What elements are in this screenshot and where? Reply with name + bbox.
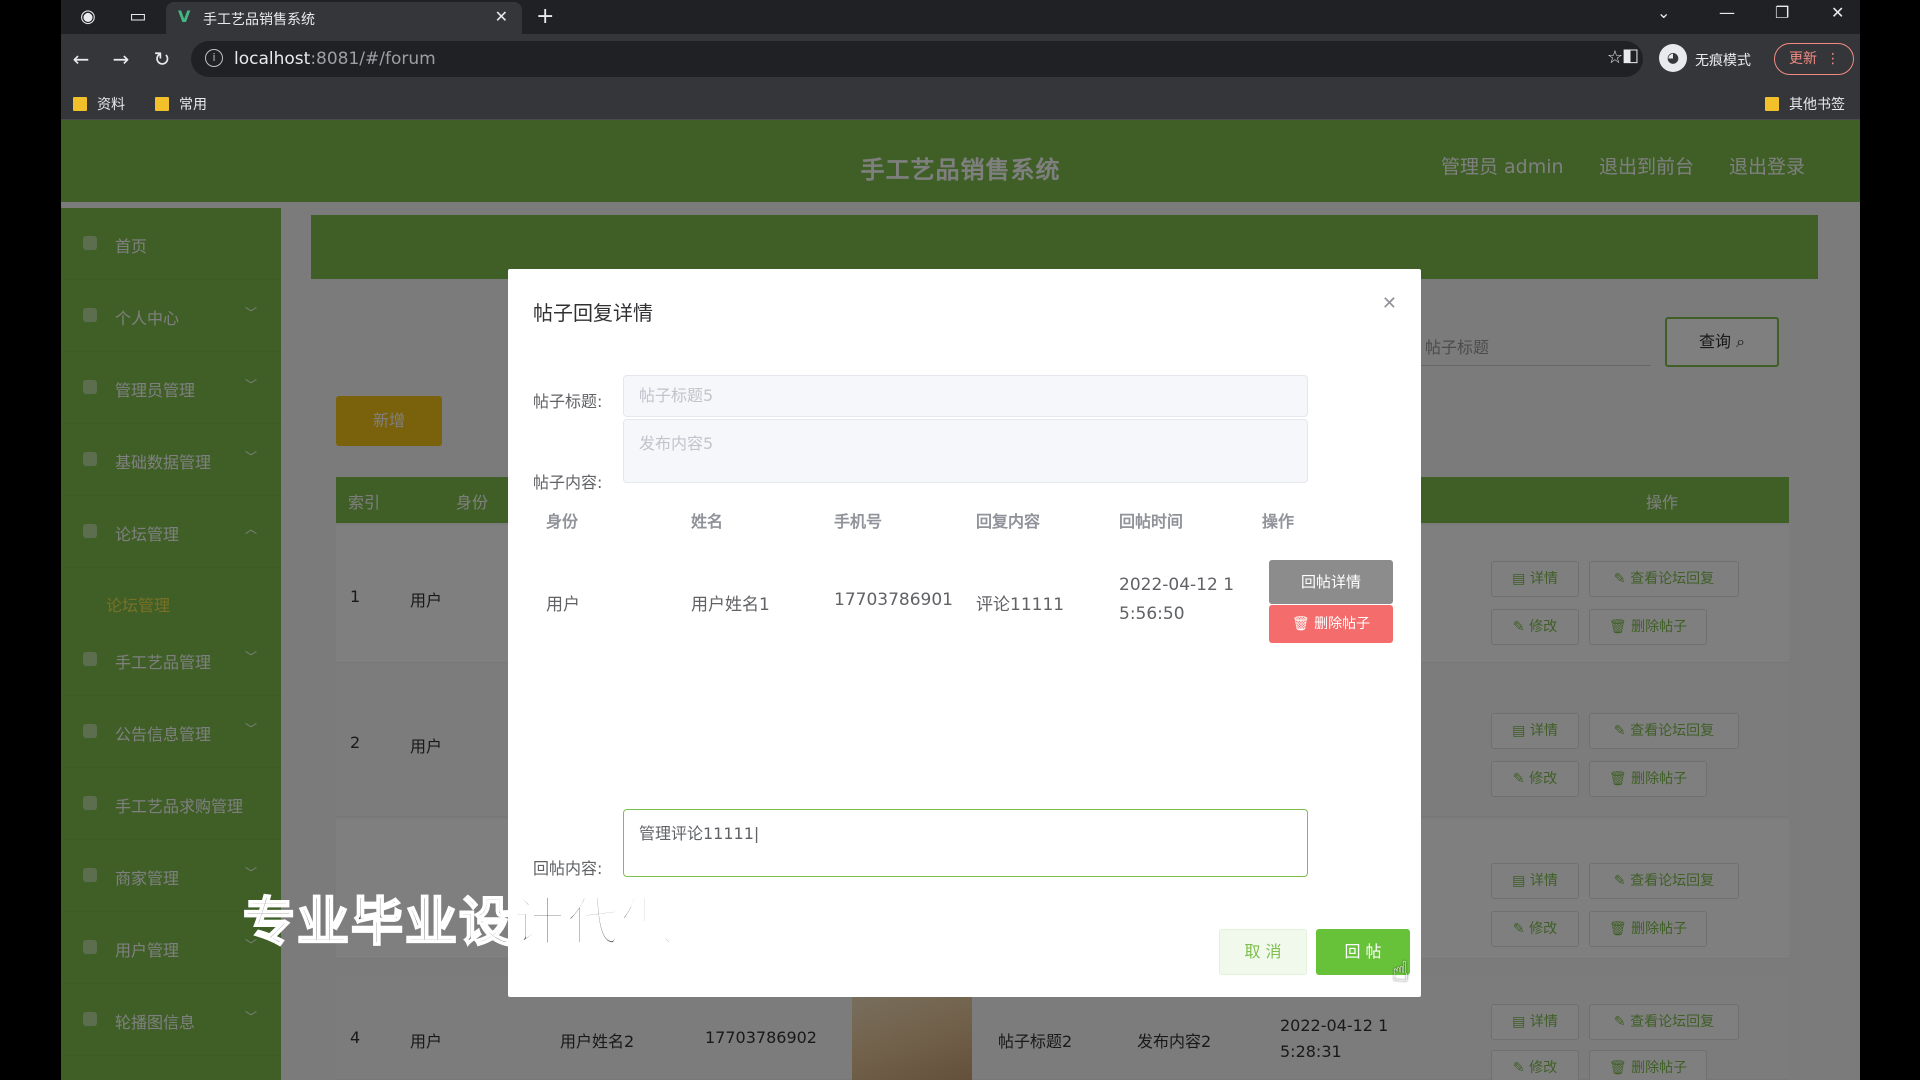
tab-search-icon[interactable]: ⌄ (1657, 3, 1670, 22)
reply-phone: 17703786901 (834, 590, 953, 610)
folder-icon (73, 97, 87, 111)
tab-bar: ◉ ▭ V 手工艺品销售系统 ✕ + ⌄ — ❐ ✕ (61, 0, 1860, 34)
globe-icon[interactable]: ◉ (77, 6, 99, 28)
incognito-icon: ◕ (1659, 44, 1687, 72)
post-title-field: 帖子标题5 (623, 375, 1308, 417)
close-window-icon[interactable]: ✕ (1831, 3, 1844, 22)
bookmarks-bar: 资料 常用 其他书签 (61, 86, 1860, 120)
update-button[interactable]: 更新 ⋮ (1774, 43, 1854, 75)
cancel-button[interactable]: 取 消 (1219, 929, 1307, 975)
tab-close-icon[interactable]: ✕ (495, 7, 508, 26)
browser-tab[interactable]: V 手工艺品销售系统 ✕ (166, 2, 522, 34)
folder-icon (1765, 97, 1779, 111)
browser-window: ◉ ▭ V 手工艺品销售系统 ✕ + ⌄ — ❐ ✕ ← → ↻ i local… (61, 0, 1860, 1080)
reply-content-label: 回帖内容: (533, 859, 603, 878)
bookmark-folder-changyong[interactable]: 常用 (155, 94, 207, 114)
dialog-title: 帖子回复详情 (533, 301, 653, 325)
reply-content: 评论11111 (976, 595, 1065, 615)
other-bookmarks[interactable]: 其他书签 (1765, 94, 1845, 114)
address-bar[interactable]: i localhost:8081/#/forum ☆ (191, 41, 1643, 77)
trash-icon: 🗑 (1291, 616, 1310, 632)
delete-post-button[interactable]: 🗑 删除帖子 (1269, 605, 1393, 643)
watermark-text: 专业毕业设计代做 (242, 892, 676, 954)
reply-time: 2022-04-12 1 (1119, 575, 1235, 595)
reply-time-2: 5:56:50 (1119, 604, 1185, 624)
pointer-cursor-icon: ☝ (1392, 955, 1410, 988)
reply-name: 用户姓名1 (691, 595, 770, 615)
folder-icon (155, 97, 169, 111)
vue-favicon-icon: V (178, 7, 191, 26)
back-icon[interactable]: ← (69, 47, 93, 71)
url-text: localhost:8081/#/forum (234, 49, 436, 69)
side-panel-icon[interactable]: ◧ (1622, 45, 1639, 66)
post-content-label: 帖子内容: (533, 473, 603, 492)
minimize-icon[interactable]: — (1719, 3, 1735, 22)
reply-identity: 用户 (546, 595, 580, 615)
bookmark-folder-ziliao[interactable]: 资料 (73, 94, 125, 114)
site-info-icon[interactable]: i (205, 49, 223, 67)
restore-icon[interactable]: ❐ (1775, 3, 1789, 22)
reply-textarea[interactable]: 管理评论11111| (623, 809, 1308, 877)
post-title-label: 帖子标题: (533, 392, 603, 411)
reply-detail-button[interactable]: 回帖详情 (1269, 560, 1393, 604)
close-icon[interactable]: ✕ (1382, 293, 1397, 314)
browser-toolbar: ← → ↻ i localhost:8081/#/forum ☆ ◧ ◕ 无痕模… (61, 34, 1860, 86)
bookmark-star-icon[interactable]: ☆ (1607, 47, 1623, 68)
post-content-field: 发布内容5 (623, 419, 1308, 483)
tab-list-icon[interactable]: ▭ (127, 6, 149, 28)
incognito-label: 无痕模式 (1695, 53, 1751, 69)
tab-title: 手工艺品销售系统 (203, 12, 315, 28)
reload-icon[interactable]: ↻ (150, 47, 174, 71)
forward-icon[interactable]: → (109, 47, 133, 71)
new-tab-icon[interactable]: + (536, 4, 554, 29)
